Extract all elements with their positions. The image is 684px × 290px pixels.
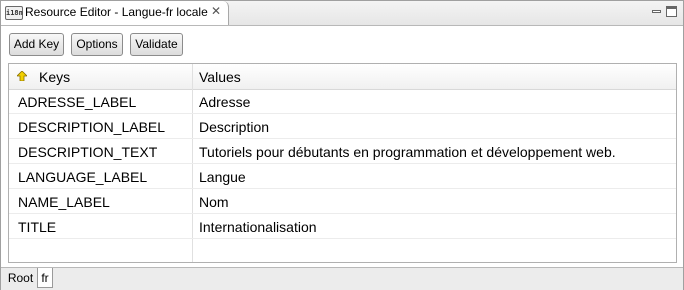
maximize-icon[interactable] bbox=[666, 6, 677, 17]
options-button[interactable]: Options bbox=[71, 33, 123, 56]
sort-ascending-icon[interactable] bbox=[17, 71, 27, 81]
table-header: Keys Values bbox=[9, 64, 676, 90]
value-cell[interactable]: Nom bbox=[199, 189, 229, 213]
close-icon[interactable]: ✕ bbox=[209, 3, 223, 19]
locale-tab-bar: Root fr bbox=[1, 267, 683, 290]
resource-editor-view: i18n Resource Editor - Langue-fr locale … bbox=[0, 0, 684, 290]
resource-table: Keys Values ADRESSE_LABEL Adresse DESCRI… bbox=[8, 63, 677, 263]
add-key-button[interactable]: Add Key bbox=[9, 33, 64, 56]
key-cell: DESCRIPTION_LABEL bbox=[18, 119, 166, 135]
value-cell[interactable]: Adresse bbox=[199, 89, 250, 113]
minimize-icon[interactable] bbox=[651, 6, 662, 17]
resource-editor-tab[interactable]: i18n Resource Editor - Langue-fr locale … bbox=[1, 1, 229, 25]
table-row[interactable]: DESCRIPTION_LABEL Description bbox=[9, 114, 676, 139]
key-cell: NAME_LABEL bbox=[18, 194, 110, 210]
key-cell: TITLE bbox=[18, 219, 57, 235]
locale-tab-root[interactable]: Root bbox=[4, 268, 37, 288]
table-row[interactable]: NAME_LABEL Nom bbox=[9, 189, 676, 214]
table-row[interactable]: LANGUAGE_LABEL Langue bbox=[9, 164, 676, 189]
validate-button[interactable]: Validate bbox=[130, 33, 183, 56]
value-cell[interactable]: Tutoriels pour débutants en programmatio… bbox=[199, 139, 616, 163]
table-row[interactable]: ADRESSE_LABEL Adresse bbox=[9, 89, 676, 114]
view-tab-bar: i18n Resource Editor - Langue-fr locale … bbox=[1, 1, 683, 26]
column-header-values[interactable]: Values bbox=[199, 64, 241, 89]
value-cell[interactable]: Description bbox=[199, 114, 269, 138]
key-cell: DESCRIPTION_TEXT bbox=[18, 144, 158, 160]
table-row[interactable]: DESCRIPTION_TEXT Tutoriels pour débutant… bbox=[9, 139, 676, 164]
i18n-icon: i18n bbox=[5, 6, 23, 20]
key-cell: LANGUAGE_LABEL bbox=[18, 169, 148, 185]
table-row[interactable]: TITLE Internationalisation bbox=[9, 214, 676, 239]
tab-title: Resource Editor - Langue-fr locale bbox=[25, 5, 208, 19]
value-cell[interactable]: Internationalisation bbox=[199, 214, 317, 238]
column-header-keys[interactable]: Keys bbox=[39, 64, 70, 89]
locale-tab-fr[interactable]: fr bbox=[37, 268, 53, 288]
value-cell[interactable]: Langue bbox=[199, 164, 246, 188]
key-cell: ADRESSE_LABEL bbox=[18, 94, 137, 110]
